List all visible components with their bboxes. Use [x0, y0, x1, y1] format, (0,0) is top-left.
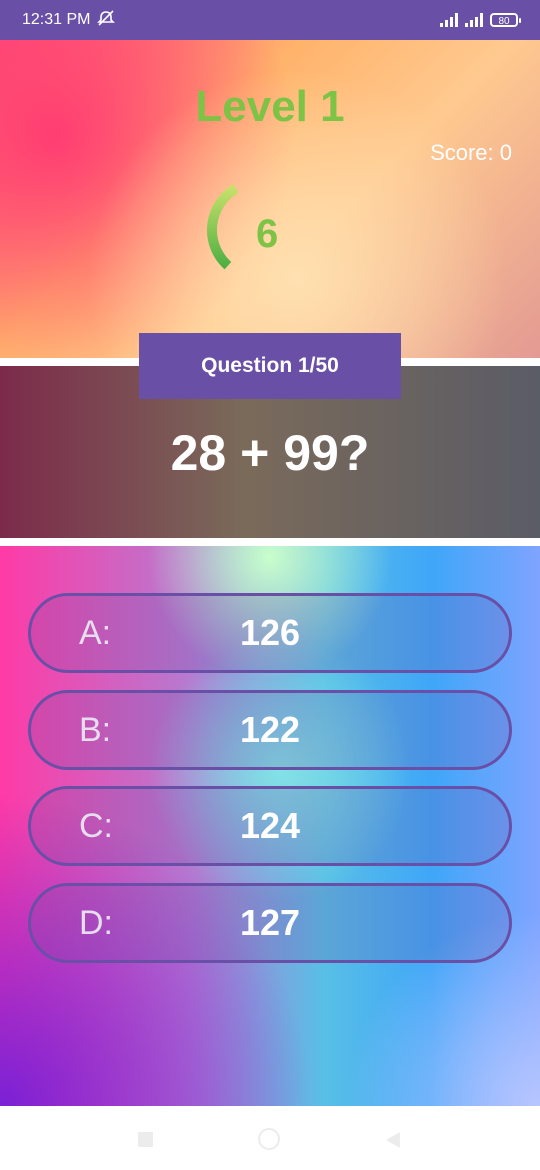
- answer-value: 127: [239, 902, 301, 943]
- signal-icon: [465, 13, 483, 27]
- level-title: Level 1: [195, 82, 345, 131]
- score-label: Score: 0: [430, 140, 512, 165]
- system-nav-bar: [0, 1106, 540, 1170]
- status-left: 12:31 PM: [22, 9, 116, 31]
- answer-option-c[interactable]: C: 124: [28, 786, 512, 866]
- countdown-timer: 6: [200, 170, 290, 290]
- home-icon[interactable]: [258, 1128, 280, 1150]
- answer-value: 122: [239, 709, 301, 750]
- signal-icon: [440, 13, 458, 27]
- timer-arc: [206, 184, 239, 270]
- timer-value: 6: [256, 212, 279, 256]
- status-bar: 12:31 PM 80: [0, 0, 540, 40]
- recent-apps-icon[interactable]: [138, 1132, 153, 1147]
- battery-icon: 80: [490, 13, 521, 27]
- question-text: 28 + 99?: [170, 425, 370, 481]
- divider-bottom: [0, 538, 540, 546]
- hotspot-muted-icon: [96, 9, 116, 31]
- question-counter: Question 1/50: [139, 333, 401, 399]
- answer-value: 126: [239, 612, 301, 653]
- level-panel: Level 1 Score: 0 6: [0, 40, 540, 358]
- status-time: 12:31 PM: [22, 11, 91, 28]
- answer-option-d[interactable]: D: 127: [28, 883, 512, 963]
- answer-option-b[interactable]: B: 122: [28, 690, 512, 770]
- back-icon[interactable]: [384, 1130, 402, 1150]
- answer-value: 124: [239, 805, 301, 846]
- status-right: 80: [440, 13, 521, 27]
- answer-option-a[interactable]: A: 126: [28, 593, 512, 673]
